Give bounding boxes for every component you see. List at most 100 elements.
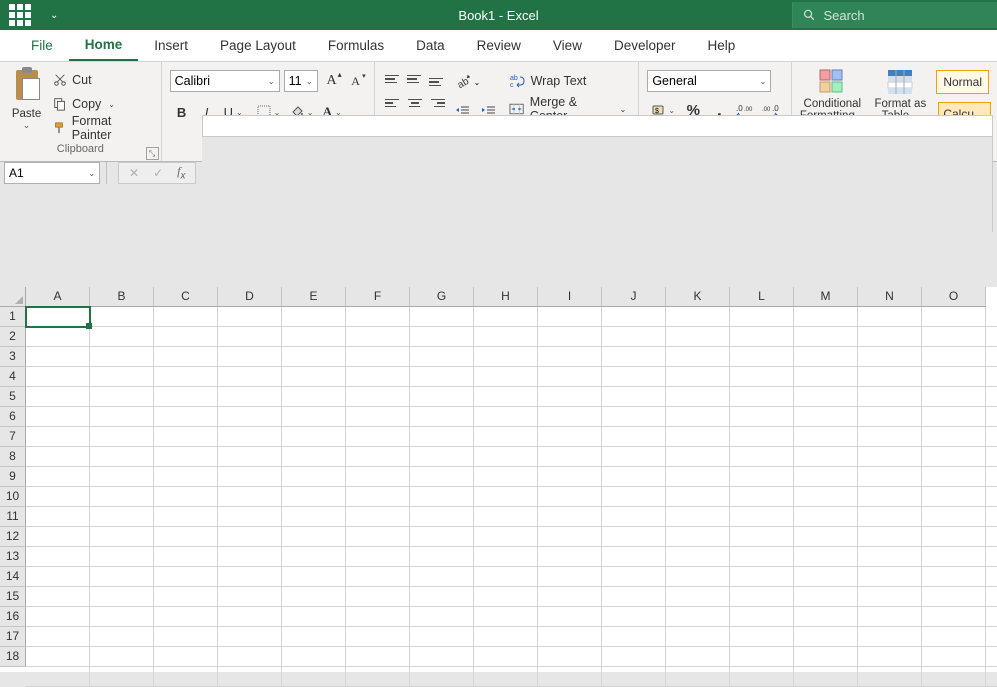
cell[interactable] xyxy=(666,327,730,347)
tab-formulas[interactable]: Formulas xyxy=(312,30,400,61)
row-header[interactable]: 11 xyxy=(0,507,26,527)
cell[interactable] xyxy=(922,387,986,407)
cell[interactable] xyxy=(346,527,410,547)
cell[interactable] xyxy=(986,447,997,467)
tab-data[interactable]: Data xyxy=(400,30,461,61)
cell[interactable] xyxy=(602,627,666,647)
cell[interactable] xyxy=(538,427,602,447)
column-header[interactable]: D xyxy=(218,287,282,307)
row-header[interactable]: 18 xyxy=(0,647,26,667)
cell[interactable] xyxy=(794,467,858,487)
cell[interactable] xyxy=(410,587,474,607)
column-header[interactable]: H xyxy=(474,287,538,307)
cell[interactable] xyxy=(666,647,730,667)
cell[interactable] xyxy=(90,407,154,427)
cell[interactable] xyxy=(90,547,154,567)
row-header[interactable]: 5 xyxy=(0,387,26,407)
clipboard-launcher[interactable]: ⤡ xyxy=(146,147,159,160)
cell[interactable] xyxy=(922,307,986,327)
cell[interactable] xyxy=(602,427,666,447)
row-header[interactable]: 4 xyxy=(0,367,26,387)
cell[interactable] xyxy=(922,647,986,667)
cell[interactable] xyxy=(730,527,794,547)
cell[interactable] xyxy=(794,447,858,467)
cell[interactable] xyxy=(282,667,346,687)
cell[interactable] xyxy=(346,407,410,427)
cell[interactable] xyxy=(730,467,794,487)
search-box[interactable] xyxy=(792,2,997,28)
cell[interactable] xyxy=(922,347,986,367)
increase-font-size-button[interactable]: A▴ xyxy=(322,70,342,92)
cut-button[interactable]: Cut xyxy=(53,70,153,90)
cell[interactable] xyxy=(602,547,666,567)
cell[interactable] xyxy=(730,427,794,447)
cell[interactable] xyxy=(666,427,730,447)
cell[interactable] xyxy=(154,567,218,587)
cell[interactable] xyxy=(666,627,730,647)
cell[interactable] xyxy=(474,387,538,407)
cell[interactable] xyxy=(218,307,282,327)
cell[interactable] xyxy=(26,487,90,507)
cell[interactable] xyxy=(602,507,666,527)
cell[interactable] xyxy=(26,467,90,487)
cell[interactable] xyxy=(218,427,282,447)
cell[interactable] xyxy=(218,447,282,467)
cell[interactable] xyxy=(26,427,90,447)
cell[interactable] xyxy=(410,487,474,507)
tab-home[interactable]: Home xyxy=(69,30,139,61)
cell[interactable] xyxy=(794,387,858,407)
cell[interactable] xyxy=(90,507,154,527)
cell[interactable] xyxy=(602,367,666,387)
cell[interactable] xyxy=(986,547,997,567)
cell[interactable] xyxy=(986,587,997,607)
chevron-down-icon[interactable]: ⌄ xyxy=(268,77,275,86)
column-header[interactable]: B xyxy=(90,287,154,307)
cell[interactable] xyxy=(986,387,997,407)
cell[interactable] xyxy=(986,327,997,347)
cell[interactable] xyxy=(858,327,922,347)
cell[interactable] xyxy=(474,507,538,527)
cell[interactable] xyxy=(858,547,922,567)
cell[interactable] xyxy=(90,587,154,607)
cell[interactable] xyxy=(474,427,538,447)
cell[interactable] xyxy=(26,447,90,467)
cell[interactable] xyxy=(26,307,90,327)
cell[interactable] xyxy=(218,407,282,427)
row-header[interactable]: 15 xyxy=(0,587,26,607)
cell[interactable] xyxy=(154,487,218,507)
cell[interactable] xyxy=(26,607,90,627)
cell[interactable] xyxy=(794,407,858,427)
row-header[interactable]: 12 xyxy=(0,527,26,547)
cell[interactable] xyxy=(538,587,602,607)
tab-file[interactable]: File xyxy=(15,30,69,61)
cell[interactable] xyxy=(90,467,154,487)
cell[interactable] xyxy=(282,587,346,607)
cell[interactable] xyxy=(986,607,997,627)
insert-function-button[interactable]: fx xyxy=(177,164,185,181)
cell[interactable] xyxy=(218,367,282,387)
cell[interactable] xyxy=(90,527,154,547)
cell[interactable] xyxy=(986,667,997,687)
cell[interactable] xyxy=(858,527,922,547)
cell[interactable] xyxy=(986,427,997,447)
cells-area[interactable] xyxy=(26,307,997,672)
cell[interactable] xyxy=(922,567,986,587)
cell[interactable] xyxy=(602,307,666,327)
cell[interactable] xyxy=(602,487,666,507)
cell[interactable] xyxy=(538,447,602,467)
row-header[interactable]: 9 xyxy=(0,467,26,487)
cell[interactable] xyxy=(26,407,90,427)
align-bottom-button[interactable] xyxy=(427,70,447,88)
qat-customize-dropdown[interactable]: ⌄ xyxy=(40,10,68,21)
cell[interactable] xyxy=(218,587,282,607)
cell[interactable] xyxy=(858,507,922,527)
cell[interactable] xyxy=(26,327,90,347)
cell[interactable] xyxy=(730,607,794,627)
cell[interactable] xyxy=(730,367,794,387)
cell[interactable] xyxy=(154,647,218,667)
cell[interactable] xyxy=(858,647,922,667)
cell[interactable] xyxy=(346,327,410,347)
cell[interactable] xyxy=(858,587,922,607)
cell[interactable] xyxy=(666,407,730,427)
row-header[interactable]: 10 xyxy=(0,487,26,507)
